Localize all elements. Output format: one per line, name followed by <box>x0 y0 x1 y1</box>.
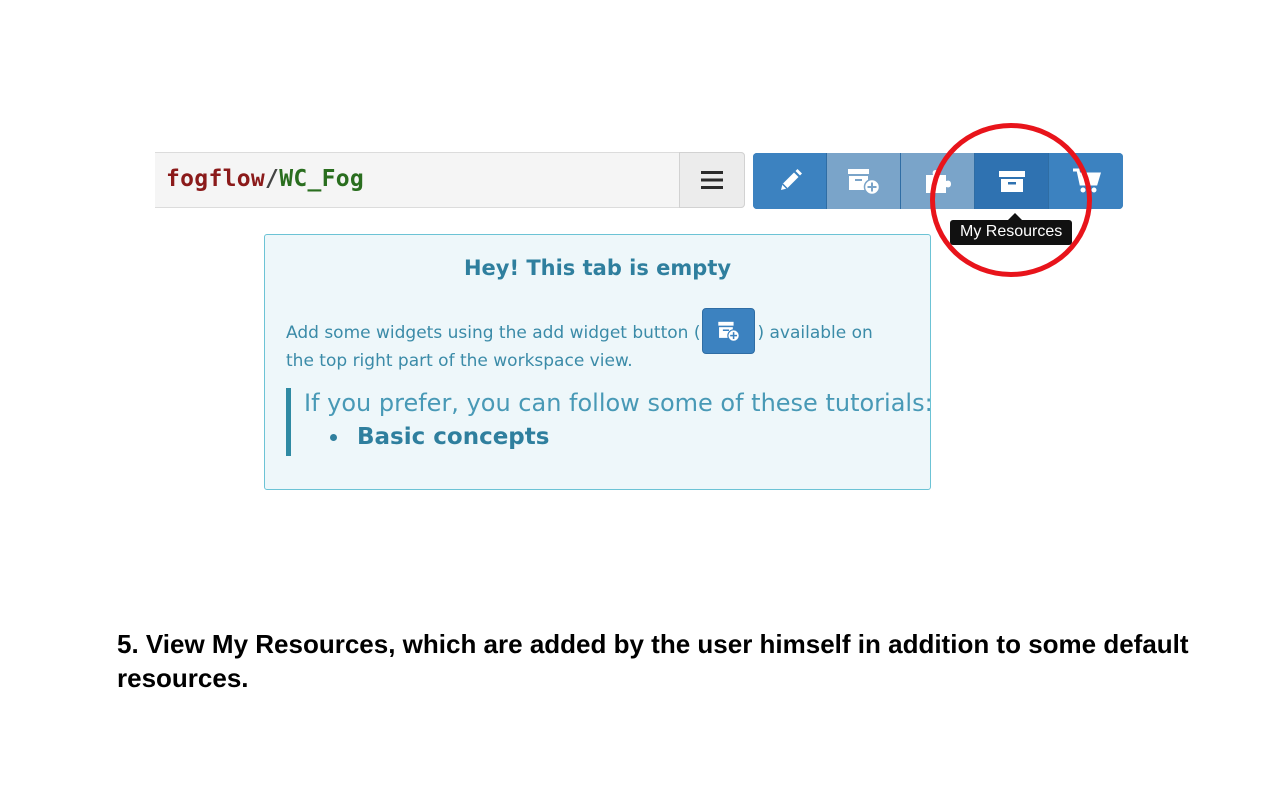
workspace-menu-button[interactable] <box>679 152 745 208</box>
step-caption: 5. View My Resources, which are added by… <box>117 629 1189 693</box>
workspace-toolbar <box>753 153 1123 209</box>
add-widget-icon <box>718 321 740 342</box>
tutorial-link-basic-concepts[interactable]: Basic concepts <box>357 424 549 450</box>
cart-icon <box>1073 168 1101 193</box>
tutorial-list-item: Basic concepts <box>330 424 933 450</box>
puzzle-icon <box>925 170 951 193</box>
instruction-text-start: Add some widgets using the add widget bu… <box>286 323 701 343</box>
my-resources-button[interactable] <box>975 153 1049 209</box>
archive-icon <box>998 171 1025 192</box>
inline-add-widget-button[interactable] <box>702 308 756 354</box>
pencil-icon <box>780 169 802 190</box>
tooltip-arrow <box>1008 213 1022 220</box>
marketplace-button[interactable] <box>1049 153 1123 209</box>
empty-tab-panel: Hey! This tab is empty Add some widgets … <box>264 234 933 490</box>
my-resources-tooltip: My Resources <box>950 220 1073 245</box>
tutorials-blockquote: If you prefer, you can follow some of th… <box>286 388 933 456</box>
edit-button[interactable] <box>753 153 827 209</box>
tutorials-intro: If you prefer, you can follow some of th… <box>304 389 933 417</box>
workspace-title-bar: fogflow/WC_Fog <box>155 152 745 208</box>
workspace-title: fogflow/WC_Fog <box>166 166 364 192</box>
workspace-name: WC_Fog <box>279 166 365 192</box>
hamburger-icon <box>701 171 723 189</box>
empty-tab-heading: Hey! This tab is empty <box>463 256 732 280</box>
empty-tab-instruction-line2: the top right part of the workspace view… <box>286 351 633 371</box>
instruction-text-end: ) available on <box>757 323 873 343</box>
empty-tab-instruction: Add some widgets using the add widget bu… <box>286 308 873 356</box>
wiring-button[interactable] <box>901 153 975 209</box>
workspace-owner: fogflow <box>166 166 266 192</box>
add-widget-button[interactable] <box>827 153 901 209</box>
workspace-separator: / <box>265 166 280 192</box>
add-widget-icon <box>847 169 880 196</box>
bullet-icon <box>330 433 337 441</box>
